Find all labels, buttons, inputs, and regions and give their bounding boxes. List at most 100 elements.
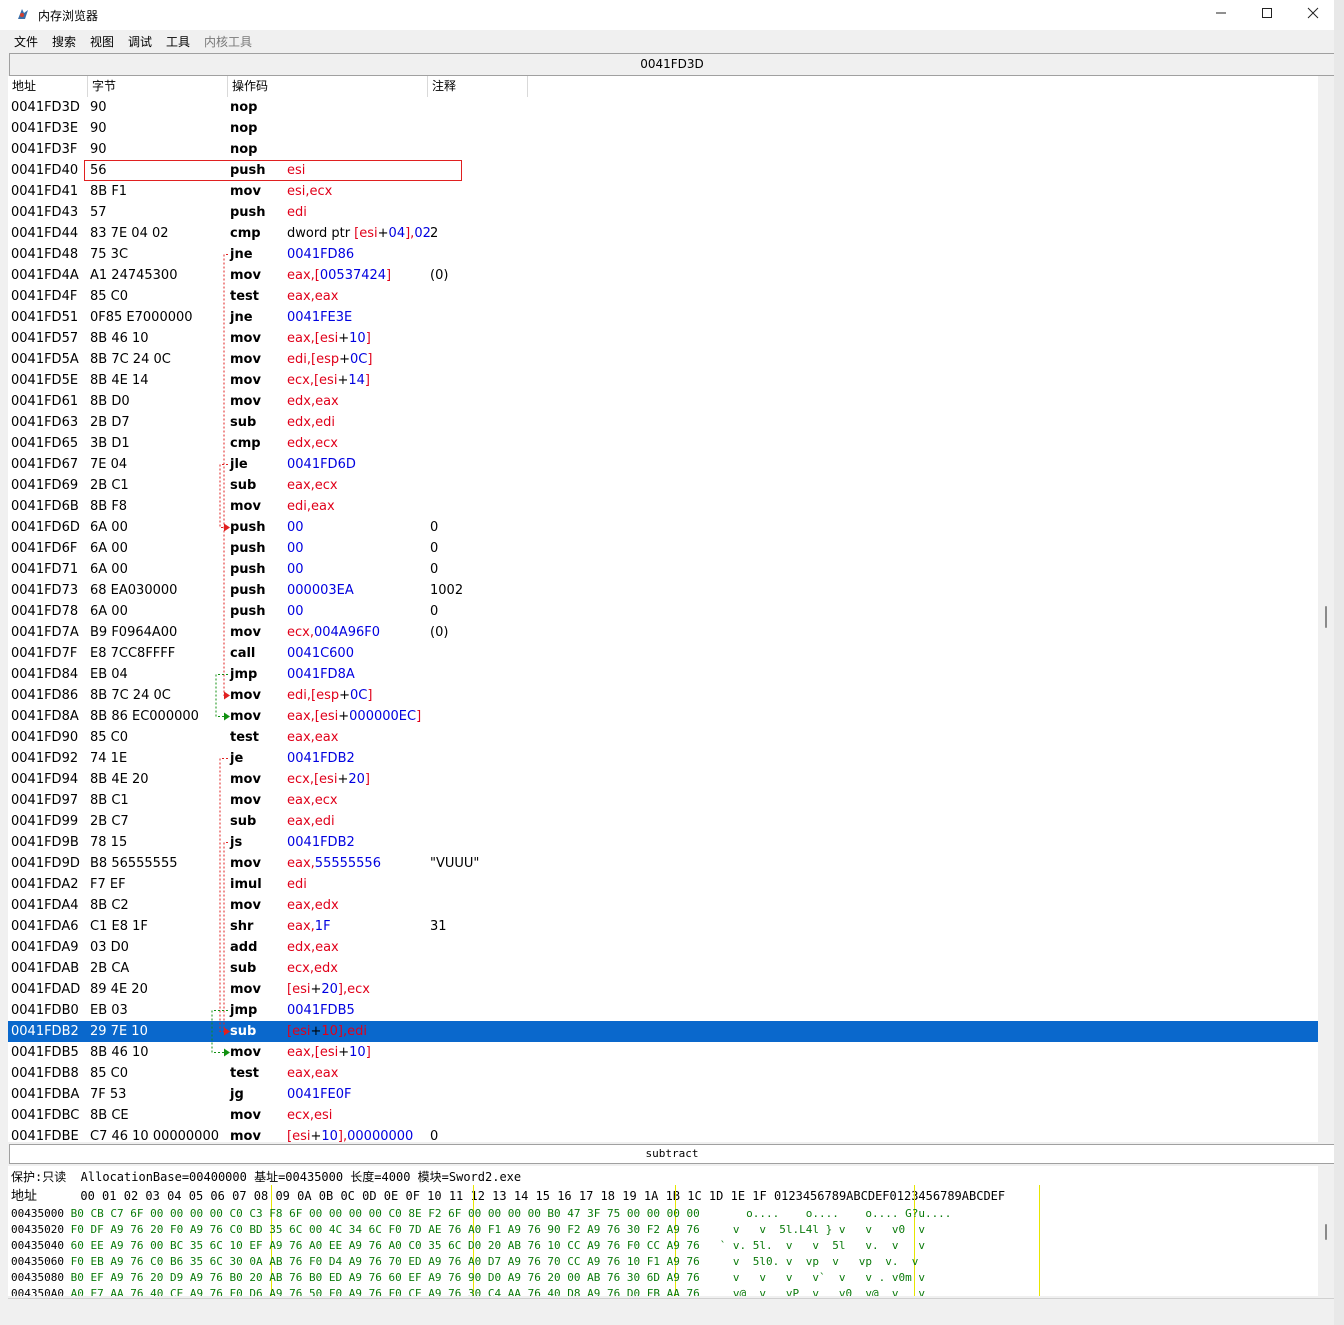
operand-part: 0041FDB2 bbox=[287, 751, 355, 766]
hex-row-ascii: ` v. 5l. v v 5l v. v v bbox=[719, 1239, 925, 1252]
hex-row[interactable]: 00435000 B0 CB C7 6F 00 00 00 00 C0 C3 F… bbox=[11, 1206, 951, 1222]
hex-row[interactable]: 00435060 F0 EB A9 76 C0 B6 35 6C 30 0A A… bbox=[11, 1254, 918, 1270]
row-operands: 0041FDB2 bbox=[287, 832, 355, 853]
hex-header-label: 地址 bbox=[11, 1189, 38, 1204]
operand-part: esi bbox=[359, 226, 378, 241]
hex-scrollbar[interactable] bbox=[1319, 1166, 1333, 1296]
operand-part: ] bbox=[367, 688, 373, 703]
maximize-button[interactable] bbox=[1244, 0, 1290, 30]
hex-scroll-thumb[interactable] bbox=[1325, 1224, 1327, 1240]
hex-row-ascii: v v 5l.L4l } v v v0 v bbox=[719, 1223, 925, 1236]
operand-part: 14 bbox=[348, 373, 365, 388]
hex-row-ascii: o.... o.... o.... G?u.... bbox=[719, 1207, 952, 1220]
operand-part: ecx, bbox=[287, 625, 314, 640]
row-comment: (0) bbox=[430, 625, 449, 640]
operand-part: ecx,[esi bbox=[287, 373, 338, 388]
row-operands: edi bbox=[287, 202, 307, 223]
operand-part: eax, bbox=[287, 919, 315, 934]
operand-part: + bbox=[339, 352, 350, 367]
hex-info: 保护:只读 AllocationBase=00400000 基址=0043500… bbox=[11, 1170, 522, 1184]
hex-row-bytes: A0 E7 AA 76 40 CE A9 76 F0 D6 A9 76 50 F… bbox=[70, 1287, 700, 1296]
hex-row-bytes: B0 CB C7 6F 00 00 00 00 C0 C3 F8 6F 00 0… bbox=[70, 1207, 700, 1220]
window-title: 内存浏览器 bbox=[38, 9, 99, 23]
row-operands: edi,[esp+0C] bbox=[287, 349, 372, 370]
operand-part: 00 bbox=[287, 520, 304, 535]
operand-part: + bbox=[338, 331, 350, 346]
operand-part: 00537424 bbox=[319, 268, 387, 283]
hex-row-bytes: B0 EF A9 76 20 D9 A9 76 B0 20 AB 76 B0 E… bbox=[70, 1271, 700, 1284]
row-comment: 2 bbox=[430, 226, 439, 241]
operand-part: eax,eax bbox=[287, 289, 339, 304]
hex-view[interactable]: 保护:只读 AllocationBase=00400000 基址=0043500… bbox=[8, 1166, 1318, 1296]
hex-row[interactable]: 004350A0 A0 E7 AA 76 40 CE A9 76 F0 D6 A… bbox=[11, 1286, 925, 1296]
menu-kernel-tools[interactable]: 内核工具 bbox=[204, 33, 252, 50]
operand-part: + bbox=[338, 1045, 350, 1060]
hex-row-address: 00435060 bbox=[11, 1255, 64, 1268]
operand-part: + bbox=[310, 1129, 322, 1142]
row-operands: eax,[esi+000000EC] bbox=[287, 706, 421, 727]
operand-part: ecx,[esi bbox=[287, 772, 338, 787]
operand-part: + bbox=[339, 688, 350, 703]
operand-part: eax,[esi bbox=[287, 1045, 339, 1060]
row-operands: ecx,004A96F0 bbox=[287, 622, 380, 643]
hex-row[interactable]: 00435020 F0 DF A9 76 20 F0 A9 76 C0 BD 3… bbox=[11, 1222, 925, 1238]
disassembly-view[interactable]: 地址 字节 操作码 注释 0041FD3D 90 nop 0041FD3E 90 nop 0… bbox=[8, 76, 1318, 1142]
hex-row-ascii: v 5l0. v vp v vp v. v bbox=[719, 1255, 919, 1268]
row-operands: esi,ecx bbox=[287, 181, 332, 202]
row-comment: (0) bbox=[430, 268, 449, 283]
operand-part: eax, bbox=[287, 856, 315, 871]
row-operands: 0041FE0F bbox=[287, 1084, 352, 1105]
operand-part: edx,eax bbox=[287, 940, 339, 955]
hex-separator bbox=[1039, 1185, 1040, 1296]
row-comment: 0 bbox=[430, 604, 439, 619]
jump-arrowhead bbox=[224, 691, 230, 700]
jump-line bbox=[223, 254, 228, 696]
title-bar[interactable]: 内存浏览器 bbox=[0, 0, 1334, 30]
row-operands: eax,1F bbox=[287, 916, 331, 937]
operand-part: edi bbox=[287, 205, 307, 220]
row-operands: [esi+20],ecx bbox=[287, 979, 370, 1000]
row-comment: 0 bbox=[430, 541, 439, 556]
operand-part: 0041FDB2 bbox=[287, 835, 355, 850]
row-operands: eax,eax bbox=[287, 286, 338, 307]
row-operands: [esi+10],edi bbox=[287, 1021, 367, 1042]
operand-part: 00 bbox=[287, 541, 304, 556]
row-operands: ecx,esi bbox=[287, 1105, 332, 1126]
menu-view[interactable]: 视图 bbox=[90, 33, 114, 50]
col-opcode[interactable]: 操作码 bbox=[228, 76, 428, 97]
disasm-scrollbar[interactable] bbox=[1319, 76, 1333, 1142]
operand-part: [esi bbox=[287, 982, 311, 997]
col-bytes[interactable]: 字节 bbox=[88, 76, 228, 97]
menu-tools[interactable]: 工具 bbox=[166, 33, 190, 50]
address-bar[interactable]: 0041FD3D bbox=[9, 53, 1335, 76]
row-operands: eax,ecx bbox=[287, 475, 338, 496]
operand-part: 10 bbox=[321, 1024, 338, 1039]
menu-search[interactable]: 搜索 bbox=[52, 33, 76, 50]
operand-part: eax,ecx bbox=[287, 793, 338, 808]
row-operands: eax,ecx bbox=[287, 790, 338, 811]
hex-row[interactable]: 00435040 60 EE A9 76 00 BC 35 6C 10 EF A… bbox=[11, 1238, 925, 1254]
col-comment[interactable]: 注释 bbox=[428, 76, 528, 97]
close-button[interactable] bbox=[1290, 0, 1336, 30]
hex-row[interactable]: 00435080 B0 EF A9 76 20 D9 A9 76 B0 20 A… bbox=[11, 1270, 925, 1286]
operand-part: 0041FE3E bbox=[287, 310, 353, 325]
operand-part: edx,eax bbox=[287, 394, 339, 409]
row-operands: 000003EA bbox=[287, 580, 354, 601]
operand-part: 00 bbox=[287, 604, 304, 619]
row-comment: 1002 bbox=[430, 583, 464, 598]
row-comment: "VUUU" bbox=[430, 856, 480, 871]
disasm-scroll-thumb[interactable] bbox=[1325, 606, 1327, 628]
row-operands: 00 bbox=[287, 517, 304, 538]
hex-row-address: 00435000 bbox=[11, 1207, 64, 1220]
col-address[interactable]: 地址 bbox=[8, 76, 88, 97]
bottom-strip bbox=[8, 1298, 1334, 1314]
menu-debug[interactable]: 调试 bbox=[128, 33, 152, 50]
minimize-button[interactable] bbox=[1198, 0, 1244, 30]
memory-viewer-window: 内存浏览器 文件 搜索 视图 调试 工具 内核工具 0041FD3D 地址 字节… bbox=[0, 0, 1335, 1325]
jump-line bbox=[223, 842, 228, 1032]
operand-part: esi,ecx bbox=[287, 184, 333, 199]
menu-file[interactable]: 文件 bbox=[14, 33, 38, 50]
operand-part: + bbox=[337, 373, 349, 388]
operand-part: 10 bbox=[349, 331, 366, 346]
operand-part: ] bbox=[416, 709, 422, 724]
